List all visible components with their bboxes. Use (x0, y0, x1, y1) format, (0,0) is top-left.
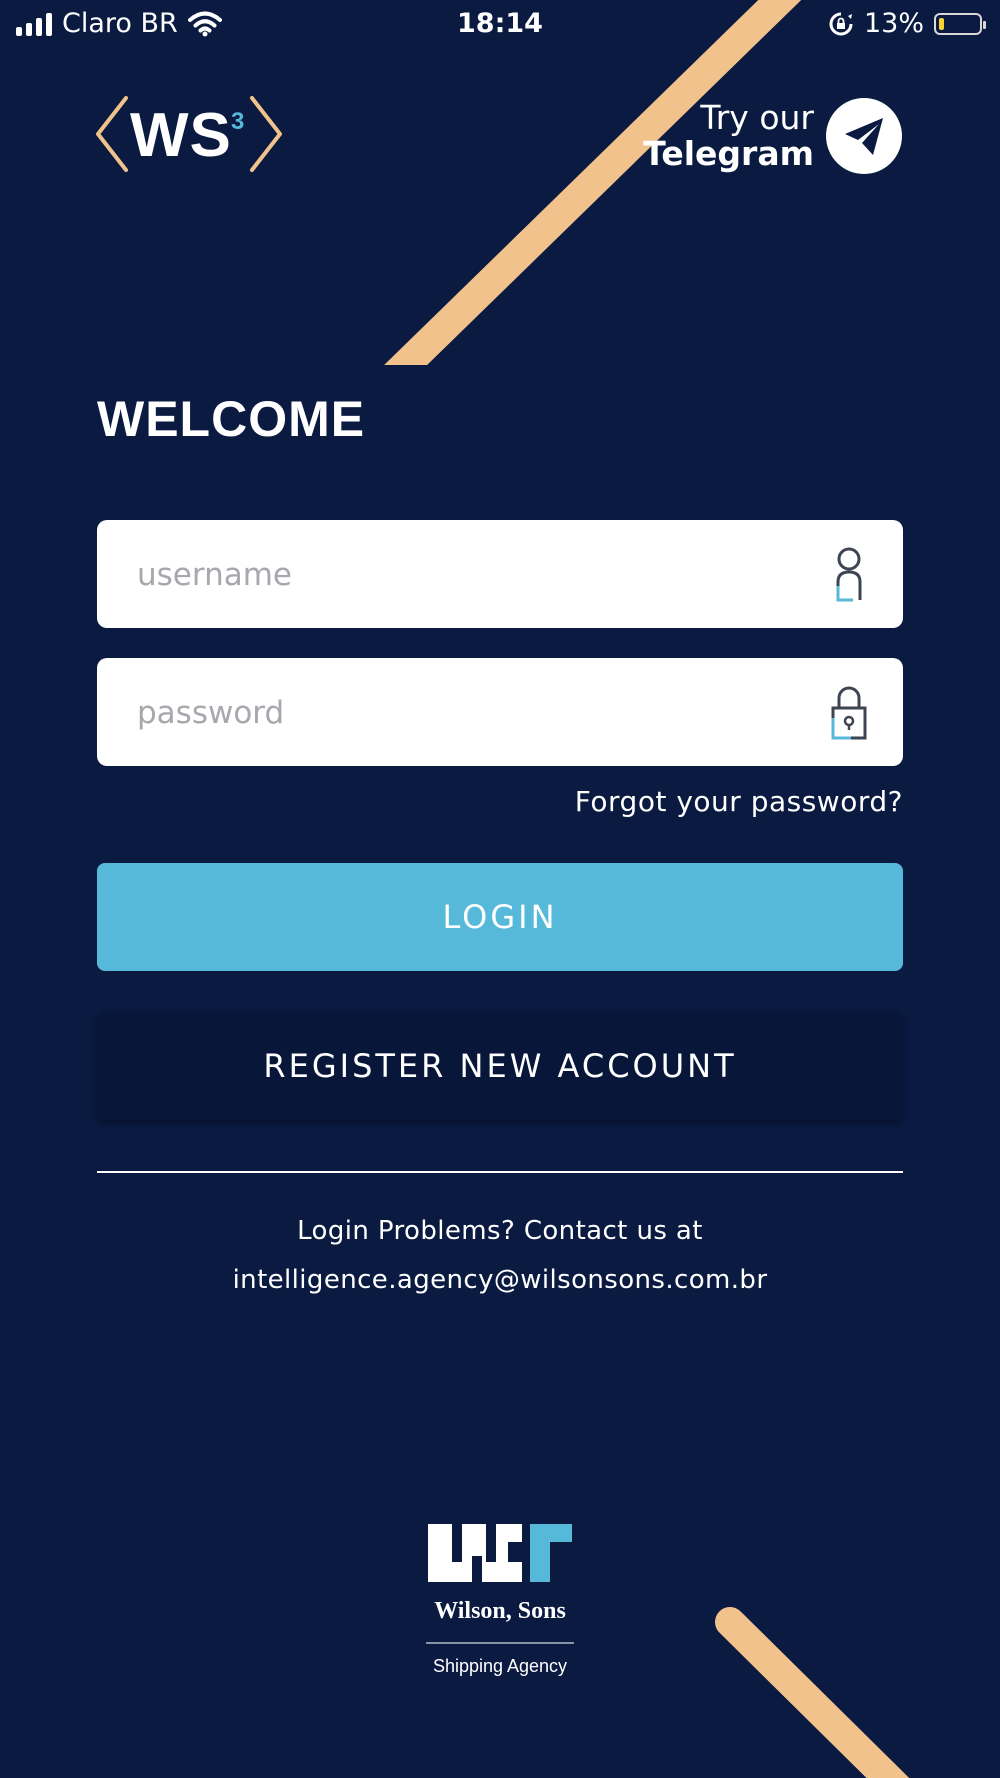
contact-email[interactable]: intelligence.agency@wilsonsons.com.br (0, 1265, 1000, 1295)
company-rule (426, 1642, 574, 1644)
password-input[interactable] (135, 658, 799, 768)
company-subtitle: Shipping Agency (432, 1656, 568, 1676)
telegram-line1: Try our (700, 98, 814, 137)
ws3-logo: WS 3 (96, 96, 286, 176)
status-bar: Claro BR 18:14 13% (0, 0, 1000, 50)
contact-text: Login Problems? Contact us at (297, 1216, 703, 1246)
rotation-lock-icon (829, 12, 853, 35)
telegram-link[interactable]: Try our Telegram (643, 98, 902, 174)
register-button[interactable]: REGISTER NEW ACCOUNT (97, 1012, 903, 1120)
lock-icon (831, 686, 867, 740)
wilson-sons-logo (428, 1524, 572, 1582)
username-input[interactable] (135, 520, 799, 630)
login-button[interactable]: LOGIN (97, 863, 903, 971)
welcome-heading: WELCOME (97, 391, 366, 447)
telegram-line2: Telegram (643, 134, 814, 173)
username-field[interactable] (97, 520, 903, 630)
telegram-icon[interactable] (826, 98, 902, 174)
battery-icon (934, 12, 986, 35)
logo-superscript: 3 (231, 108, 245, 135)
forgot-password-link[interactable]: Forgot your password? (575, 785, 903, 818)
user-icon (836, 547, 862, 602)
divider (97, 1171, 903, 1173)
password-field[interactable] (97, 658, 903, 768)
company-name: Wilson, Sons (434, 1598, 566, 1624)
battery-percent: 13% (863, 8, 924, 39)
logo-text: WS (130, 101, 232, 170)
